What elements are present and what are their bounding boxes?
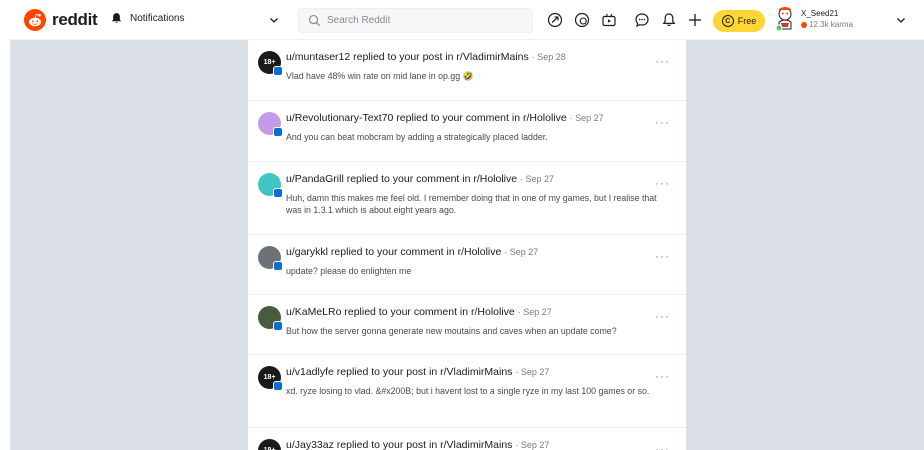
- more-options-icon[interactable]: ···: [655, 115, 670, 129]
- notification-title: u/Jay33az replied to your post in r/Vlad…: [286, 438, 672, 450]
- user-menu[interactable]: X_Seed21 12.3k karma: [775, 5, 853, 33]
- popular-button[interactable]: [547, 12, 563, 28]
- free-coins-button[interactable]: C Free: [713, 10, 765, 32]
- notification-body: Vlad have 48% win rate on mid lane in op…: [286, 71, 474, 81]
- notifications-feed: 18+ u/muntaser12 replied to your post in…: [248, 40, 686, 450]
- video-icon: [602, 13, 616, 27]
- notification-body: And you can beat mobcram by adding a str…: [286, 132, 548, 142]
- reddit-snoo-icon: [24, 9, 46, 31]
- plus-icon: [689, 14, 701, 26]
- notification-date: · Sep 27: [517, 307, 552, 317]
- notification-date: · Sep 27: [515, 440, 550, 450]
- notification-text: u/v1adlyfe replied to your post in r/Vla…: [286, 366, 513, 378]
- notification-item[interactable]: u/garykkl replied to your comment in r/H…: [248, 235, 686, 295]
- search-input[interactable]: [327, 15, 517, 26]
- notification-title: u/garykkl replied to your comment in r/H…: [286, 245, 672, 259]
- notification-text: u/PandaGrill replied to your comment in …: [286, 173, 518, 185]
- page-selector[interactable]: Notifications: [110, 12, 184, 25]
- notification-text: u/garykkl replied to your comment in r/H…: [286, 246, 502, 258]
- popular-icon: [547, 12, 563, 28]
- window-edge: [0, 0, 10, 450]
- bell-icon: [662, 13, 676, 27]
- notification-date: · Sep 27: [515, 367, 550, 377]
- notification-body: update? please do enlighten me: [286, 266, 412, 276]
- notification-text: u/muntaser12 replied to your post in r/V…: [286, 51, 529, 63]
- more-options-icon[interactable]: ···: [655, 442, 670, 450]
- user-meta: X_Seed21 12.3k karma: [801, 8, 853, 30]
- karma-value: 12.3k karma: [809, 20, 854, 29]
- coins-icon: [574, 12, 590, 28]
- page-selector-label: Notifications: [130, 13, 185, 24]
- notification-title: u/v1adlyfe replied to your post in r/Vla…: [286, 365, 672, 379]
- chat-button[interactable]: [634, 12, 650, 28]
- notification-item[interactable]: 18+ u/Jay33az replied to your post in r/…: [248, 428, 686, 450]
- chevron-down-icon[interactable]: [268, 14, 280, 26]
- more-options-icon[interactable]: ···: [655, 249, 670, 263]
- avatar: [258, 306, 283, 331]
- verified-badge-icon: [273, 127, 283, 137]
- more-options-icon[interactable]: ···: [655, 369, 670, 383]
- notification-text: u/Revolutionary-Text70 replied to your c…: [286, 112, 567, 124]
- notification-body: But how the server gonna generate new mo…: [286, 326, 617, 336]
- verified-badge-icon: [273, 188, 283, 198]
- avatar: 18+: [258, 439, 281, 450]
- avatar: 18+: [258, 51, 283, 76]
- verified-badge-icon: [273, 66, 283, 76]
- notification-title: u/muntaser12 replied to your post in r/V…: [286, 50, 672, 64]
- video-button[interactable]: [601, 12, 617, 28]
- notification-title: u/PandaGrill replied to your comment in …: [286, 172, 672, 186]
- more-options-icon[interactable]: ···: [655, 309, 670, 323]
- notification-item[interactable]: u/Revolutionary-Text70 replied to your c…: [248, 101, 686, 162]
- avatar: [258, 173, 283, 198]
- avatar: [258, 112, 283, 137]
- notifications-button[interactable]: [661, 12, 677, 28]
- search-icon: [308, 14, 321, 27]
- karma-icon: [801, 21, 807, 28]
- bell-filled-icon: [111, 13, 122, 24]
- notification-date: · Sep 27: [569, 113, 604, 123]
- coins-button[interactable]: [574, 12, 590, 28]
- reddit-logo[interactable]: reddit: [24, 9, 98, 31]
- more-options-icon[interactable]: ···: [655, 54, 670, 68]
- user-karma: 12.3k karma: [801, 19, 853, 30]
- user-avatar: [775, 5, 795, 33]
- notification-item[interactable]: u/KaMeLRo replied to your comment in r/H…: [248, 295, 686, 355]
- notification-text: u/Jay33az replied to your post in r/Vlad…: [286, 439, 513, 450]
- username: X_Seed21: [801, 9, 839, 18]
- verified-badge-icon: [273, 261, 283, 271]
- coin-icon: C: [721, 15, 734, 27]
- notification-text: u/KaMeLRo replied to your comment in r/H…: [286, 306, 515, 318]
- notification-date: · Sep 27: [520, 174, 555, 184]
- user-menu-chevron-icon[interactable]: [895, 14, 907, 26]
- notification-body: xd. ryze losing to vlad. &#x200B; but i …: [286, 386, 650, 396]
- avatar: 18+: [258, 366, 283, 391]
- free-label: Free: [737, 16, 757, 26]
- notification-date: · Sep 27: [504, 247, 539, 257]
- notification-item[interactable]: u/PandaGrill replied to your comment in …: [248, 162, 686, 235]
- chat-icon: [635, 13, 649, 28]
- verified-badge-icon: [273, 321, 283, 331]
- notification-item[interactable]: 18+ u/v1adlyfe replied to your post in r…: [248, 355, 686, 428]
- notification-body: Huh, damn this makes me feel old. I reme…: [286, 193, 657, 215]
- notification-title: u/Revolutionary-Text70 replied to your c…: [286, 111, 672, 125]
- more-options-icon[interactable]: ···: [655, 176, 670, 190]
- notification-date: · Sep 28: [531, 52, 566, 62]
- avatar-image: 18+: [258, 439, 281, 450]
- logo-wordmark: reddit: [52, 10, 98, 29]
- top-header: reddit Notifications Search Reddit C Fre…: [10, 0, 924, 40]
- avatar: [258, 246, 283, 271]
- notification-title: u/KaMeLRo replied to your comment in r/H…: [286, 305, 672, 319]
- verified-badge-icon: [273, 381, 283, 391]
- notification-item[interactable]: 18+ u/muntaser12 replied to your post in…: [248, 40, 686, 101]
- search-bar[interactable]: [298, 8, 533, 33]
- create-post-button[interactable]: [687, 12, 703, 28]
